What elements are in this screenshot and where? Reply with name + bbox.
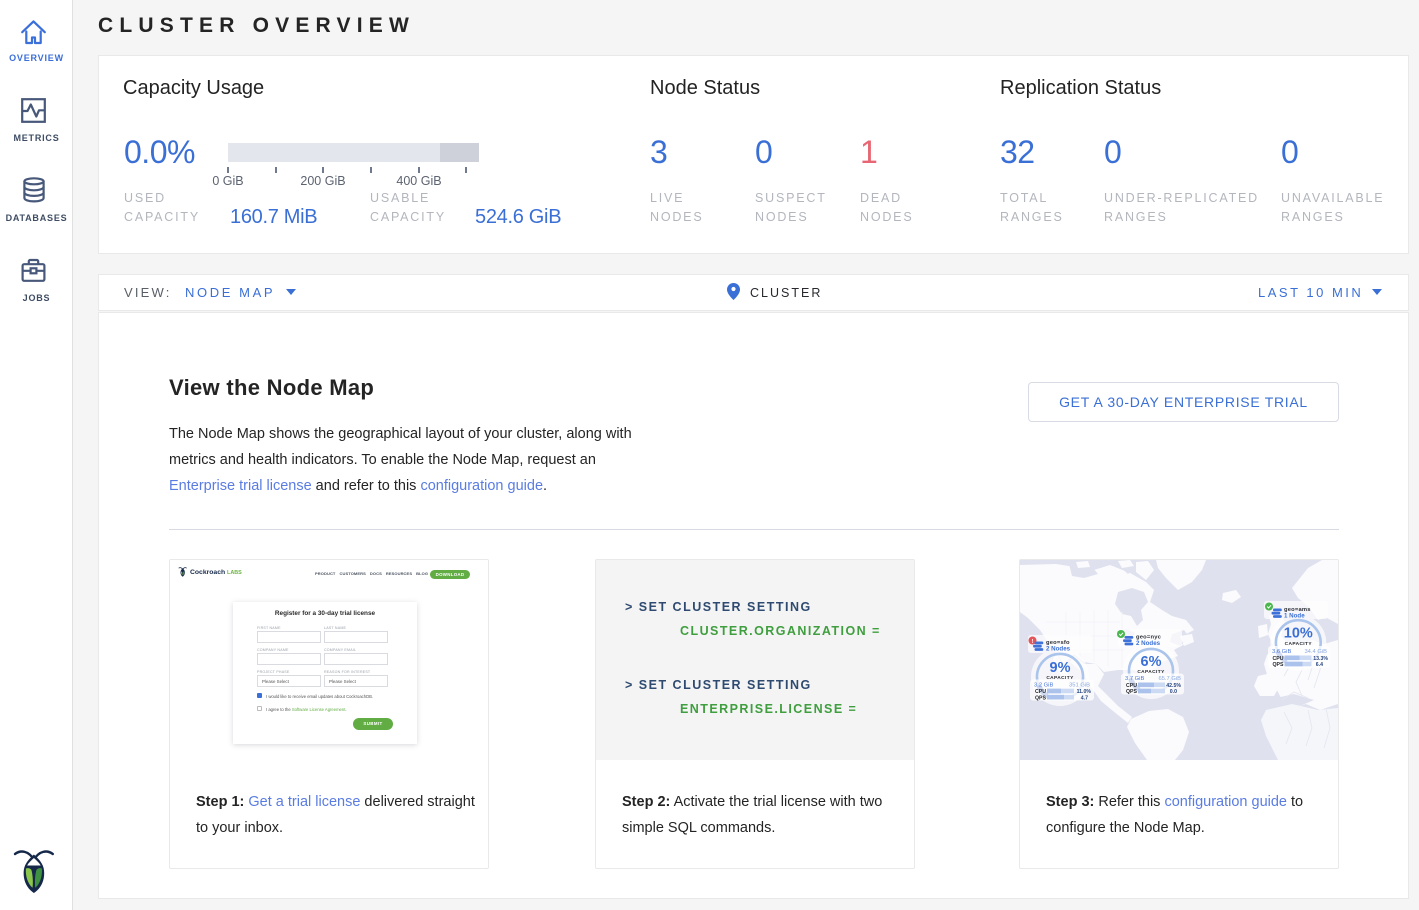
- svg-text:10%: 10%: [1284, 626, 1313, 642]
- svg-text:2 Nodes: 2 Nodes: [1046, 646, 1071, 653]
- svg-text:CAPACITY: CAPACITY: [1137, 669, 1165, 675]
- svg-text:1 Node: 1 Node: [1284, 613, 1305, 620]
- svg-text:CAPACITY: CAPACITY: [1285, 641, 1313, 647]
- svg-text:QPS: QPS: [1035, 695, 1046, 701]
- svg-text:13.3%: 13.3%: [1313, 656, 1328, 662]
- svg-text:4.7: 4.7: [1081, 695, 1088, 701]
- svg-text:6.4: 6.4: [1316, 662, 1323, 668]
- svg-text:CPU: CPU: [1035, 689, 1046, 695]
- svg-text:42.5%: 42.5%: [1166, 683, 1181, 689]
- svg-text:351 GiB: 351 GiB: [1069, 682, 1090, 688]
- svg-text:QPS: QPS: [1273, 662, 1284, 668]
- svg-text:11.0%: 11.0%: [1077, 689, 1092, 695]
- svg-text:34.4 GiB: 34.4 GiB: [1304, 649, 1327, 655]
- svg-text:3.6 GiB: 3.6 GiB: [1272, 649, 1291, 655]
- svg-text:0.0: 0.0: [1170, 689, 1177, 695]
- svg-text:6%: 6%: [1141, 654, 1162, 670]
- svg-text:CAPACITY: CAPACITY: [1046, 675, 1074, 681]
- svg-text:9%: 9%: [1050, 660, 1071, 676]
- svg-text:3.2 GiB: 3.2 GiB: [1034, 682, 1053, 688]
- svg-text:CPU: CPU: [1273, 656, 1284, 662]
- svg-text:3.7 GiB: 3.7 GiB: [1125, 676, 1144, 682]
- svg-text:65.7 GiB: 65.7 GiB: [1158, 676, 1181, 682]
- svg-text:CPU: CPU: [1126, 683, 1137, 689]
- svg-text:QPS: QPS: [1126, 689, 1137, 695]
- svg-text:!: !: [1032, 639, 1034, 645]
- svg-text:2 Nodes: 2 Nodes: [1136, 640, 1161, 647]
